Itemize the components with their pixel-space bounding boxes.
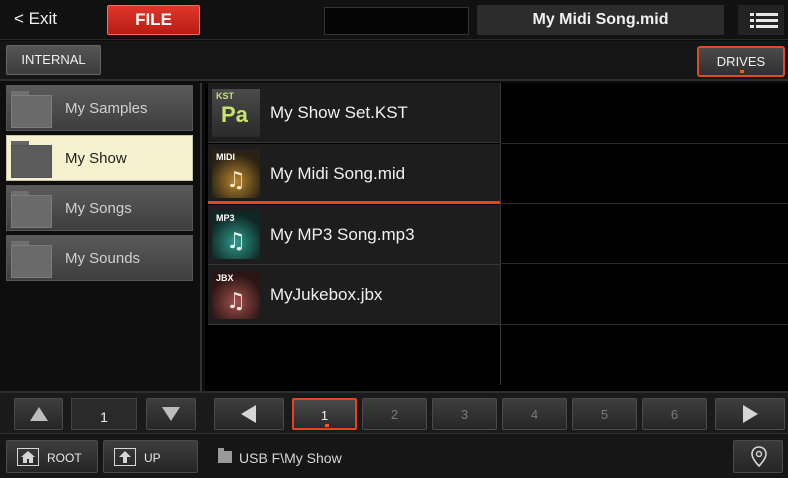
arrow-up-icon — [29, 407, 48, 421]
root-label: ROOT — [47, 451, 82, 465]
folder-label: My Sounds — [65, 250, 141, 267]
page-number: 2 — [390, 407, 399, 422]
folder-item-my-show[interactable]: My Show — [6, 135, 193, 181]
row-divider — [500, 324, 788, 325]
row-divider — [500, 263, 788, 264]
page-number: 4 — [530, 407, 539, 422]
page-button-1[interactable]: 1 — [292, 398, 357, 430]
folder-label: My Show — [65, 150, 127, 167]
page-number: 5 — [600, 407, 609, 422]
page-button-2[interactable]: 2 — [362, 398, 427, 430]
folder-scroll-up-button[interactable] — [14, 398, 63, 430]
hamburger-menu-icon[interactable] — [738, 5, 784, 35]
menu-bar — [756, 25, 778, 28]
up-label: UP — [144, 451, 161, 465]
file-page-prev-button[interactable] — [214, 398, 284, 430]
file-button[interactable]: FILE — [107, 5, 200, 35]
folder-label: My Samples — [65, 100, 148, 117]
midi-song-icon: MIDI ♫ — [212, 150, 260, 198]
folder-panel: My Samples My Show My Songs My Sounds — [0, 83, 202, 391]
empty-display — [324, 7, 469, 35]
file-row-midi[interactable]: MIDI ♫ My Midi Song.mid — [208, 144, 500, 204]
page-number: 6 — [670, 407, 679, 422]
menu-dot — [750, 13, 754, 16]
folder-icon — [11, 91, 52, 128]
folder-item-my-sounds[interactable]: My Sounds — [6, 235, 193, 281]
file-row-kst[interactable]: KST Pa My Show Set.KST — [208, 83, 500, 143]
file-name: My Show Set.KST — [270, 103, 408, 122]
menu-dot — [750, 19, 754, 22]
page-button-6[interactable]: 6 — [642, 398, 707, 430]
current-song-title: My Midi Song.mid — [477, 5, 724, 35]
file-type-tag: KST — [216, 91, 234, 101]
page-led-indicator — [325, 424, 329, 427]
up-arrow-icon — [114, 448, 136, 466]
up-button[interactable]: UP — [103, 440, 198, 473]
folder-scroll-down-button[interactable] — [146, 398, 196, 430]
arrow-right-icon — [743, 405, 758, 423]
drives-button[interactable]: DRIVES — [697, 46, 785, 77]
file-row-jbx[interactable]: JBX ♫ MyJukebox.jbx — [208, 265, 500, 325]
page-number: 3 — [460, 407, 469, 422]
location-pin-button[interactable] — [733, 440, 783, 473]
folder-page-indicator: 1 — [71, 398, 137, 430]
music-note-icon: ♫ — [226, 289, 246, 314]
folder-item-my-samples[interactable]: My Samples — [6, 85, 193, 131]
pager-bar: 1 1 2 3 4 5 6 — [0, 391, 788, 433]
home-icon — [17, 448, 39, 466]
file-type-tag: MIDI — [216, 152, 235, 162]
folder-icon — [11, 141, 52, 178]
korg-pa-set-icon: KST Pa — [212, 89, 260, 137]
file-type-tag: MP3 — [216, 213, 235, 223]
folder-label: My Songs — [65, 200, 132, 217]
folder-icon — [11, 241, 52, 278]
folder-icon — [218, 448, 232, 463]
pa-logo: Pa — [221, 102, 248, 127]
menu-bar — [756, 13, 778, 16]
location-pin-icon — [751, 446, 767, 468]
mp3-song-icon: MP3 ♫ — [212, 211, 260, 259]
current-path: USB F\My Show — [239, 450, 342, 466]
navigation-bar: ROOT UP USB F\My Show — [0, 433, 788, 478]
up-arrow-glyph — [119, 451, 131, 463]
arrow-down-icon — [162, 407, 180, 421]
row-divider — [500, 143, 788, 144]
top-bar: < Exit FILE My Midi Song.mid — [0, 0, 788, 40]
exit-button[interactable]: < Exit — [14, 9, 57, 29]
arrow-left-icon — [241, 405, 256, 423]
root-button[interactable]: ROOT — [6, 440, 98, 473]
page-number: 1 — [320, 408, 329, 423]
file-type-tag: JBX — [216, 273, 234, 283]
menu-bar — [756, 19, 778, 22]
file-list-panel: KST Pa My Show Set.KST MIDI ♫ My Midi So… — [205, 83, 788, 391]
page-button-3[interactable]: 3 — [432, 398, 497, 430]
menu-dot — [750, 25, 754, 28]
music-note-icon: ♫ — [226, 229, 246, 254]
file-name: My MP3 Song.mp3 — [270, 225, 415, 244]
page-button-5[interactable]: 5 — [572, 398, 637, 430]
file-name: My Midi Song.mid — [270, 164, 406, 183]
music-note-icon: ♫ — [226, 168, 246, 193]
home-glyph — [21, 451, 35, 463]
jukebox-icon: JBX ♫ — [212, 271, 260, 319]
folder-icon — [11, 191, 52, 228]
file-row-mp3[interactable]: MP3 ♫ My MP3 Song.mp3 — [208, 205, 500, 265]
page-button-4[interactable]: 4 — [502, 398, 567, 430]
file-page-next-button[interactable] — [715, 398, 785, 430]
folder-item-my-songs[interactable]: My Songs — [6, 185, 193, 231]
drives-label: DRIVES — [716, 54, 766, 69]
column-divider — [500, 83, 501, 385]
internal-button[interactable]: INTERNAL — [6, 45, 101, 75]
row-divider — [500, 203, 788, 204]
drives-led-indicator — [740, 70, 744, 73]
file-name: MyJukebox.jbx — [270, 285, 383, 304]
source-bar: INTERNAL DRIVES — [0, 41, 788, 81]
